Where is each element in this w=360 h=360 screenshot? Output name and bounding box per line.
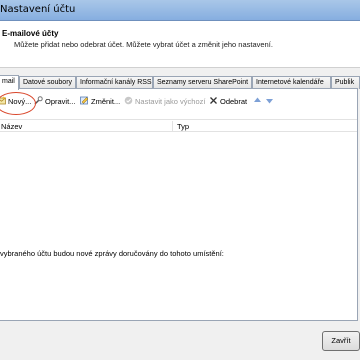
remove-x-icon	[209, 96, 218, 105]
dialog-footer: Zavřít	[0, 321, 360, 360]
change-icon	[80, 96, 89, 105]
change-button[interactable]: Změnit...	[80, 95, 120, 109]
move-down-button[interactable]	[265, 95, 276, 109]
remove-button[interactable]: Odebrat	[209, 95, 247, 109]
delivery-location-text: vybraného účtu budou nové zprávy doručov…	[0, 249, 224, 258]
accounts-toolbar: Nový... Opravit... Změnit... Nastavit ja…	[0, 94, 358, 110]
repair-icon	[34, 96, 43, 105]
accounts-list[interactable]	[0, 132, 357, 237]
column-separator	[172, 121, 173, 132]
set-default-button[interactable]: Nastavit jako výchozí	[124, 95, 205, 109]
dialog-header: E-mailové účty Můžete přidat nebo odebra…	[0, 21, 360, 68]
set-default-label: Nastavit jako výchozí	[135, 97, 206, 106]
column-type[interactable]: Typ	[177, 121, 189, 132]
new-account-button[interactable]: Nový...	[0, 95, 31, 109]
tab-strip: mail Datové soubory Informační kanály RS…	[0, 75, 360, 90]
accounts-list-header: Název Typ	[0, 119, 357, 132]
column-name[interactable]: Název	[1, 121, 22, 132]
new-account-label: Nový...	[8, 97, 32, 106]
header-description: Můžete přidat nebo odebrat účet. Můžete …	[14, 40, 273, 49]
change-label: Změnit...	[91, 97, 121, 106]
title-bar: Nastavení účtu	[0, 0, 360, 21]
check-circle-icon	[124, 96, 133, 105]
header-title: E-mailové účty	[2, 29, 59, 38]
move-up-button[interactable]	[253, 95, 264, 109]
new-mail-icon	[0, 96, 6, 105]
close-button[interactable]: Zavřít	[322, 331, 360, 351]
arrow-up-icon	[253, 96, 262, 105]
arrow-down-icon	[265, 96, 274, 105]
tab-email[interactable]: mail	[0, 75, 19, 90]
remove-label: Odebrat	[220, 97, 248, 106]
repair-button[interactable]: Opravit...	[34, 95, 75, 109]
window-title: Nastavení účtu	[0, 4, 76, 15]
repair-label: Opravit...	[45, 97, 76, 106]
